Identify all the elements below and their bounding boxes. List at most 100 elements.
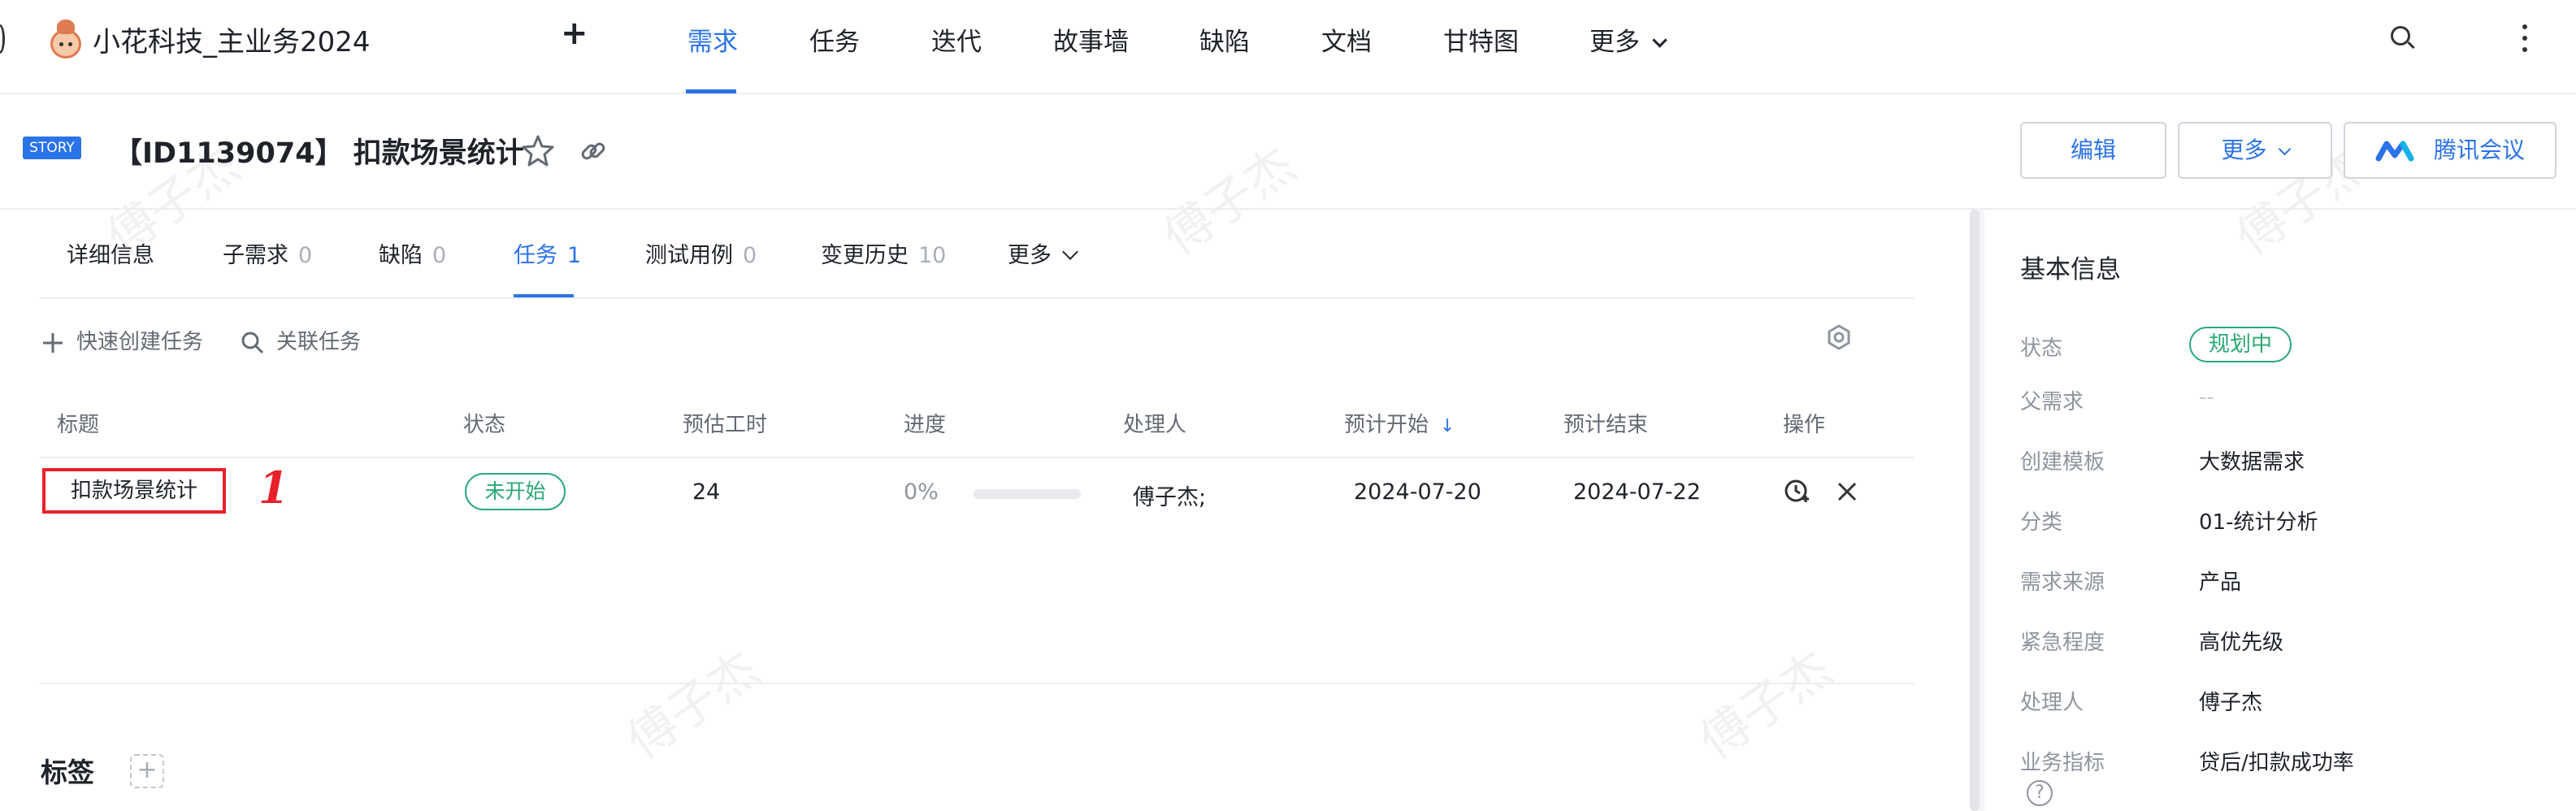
edit-button[interactable]: 编辑 [2020,122,2166,179]
nav-tab-requirements[interactable]: 需求 [687,21,738,58]
column-header-estimate[interactable]: 预估工时 [683,408,767,438]
tab-label: 缺陷 [379,243,423,268]
field-value-business-metric[interactable]: 贷后/扣款成功率 [2199,746,2354,776]
create-plus-button[interactable]: + [561,15,588,52]
link-task-button[interactable]: 关联任务 [241,325,361,355]
tab-count: 0 [743,243,757,268]
search-icon [241,332,264,353]
tabs-divider [39,297,1915,299]
add-tag-button[interactable]: + [130,754,164,788]
field-value-owner[interactable]: 傅子杰 [2199,686,2262,716]
watermark: 傅子杰 [617,640,770,771]
column-header-status[interactable]: 状态 [463,408,505,438]
tab-label: 变更历史 [821,243,909,268]
link-task-label: 关联任务 [276,330,362,354]
column-settings-icon[interactable] [1825,323,1853,351]
tab-count: 10 [918,243,947,268]
task-start-date[interactable]: 2024-07-20 [1354,479,1481,505]
task-status-badge[interactable]: 未开始 [465,473,566,510]
tencent-meeting-button[interactable]: 腾讯会议 [2344,122,2556,179]
log-time-icon[interactable] [1783,478,1811,505]
column-header-owner[interactable]: 处理人 [1123,408,1186,438]
nav-tab-story-wall[interactable]: 故事墙 [1053,21,1129,58]
chevron-down-icon [1062,244,1078,260]
story-title: 【ID1139074】 扣款场景统计 [114,137,524,170]
project-logo-icon [46,18,86,60]
tab-count: 1 [567,243,582,268]
tags-title: 标签 [41,757,94,788]
chevron-down-icon [2278,142,2291,156]
field-value-template[interactable]: 大数据需求 [2199,445,2305,475]
tab-more[interactable]: 更多 [1008,237,1078,269]
table-header-divider [39,457,1915,458]
field-label-status: 状态 [2020,336,2063,361]
field-value-parent[interactable]: -- [2199,385,2214,410]
task-end-date[interactable]: 2024-07-22 [1573,479,1701,505]
field-value-category[interactable]: 01-统计分析 [2199,505,2318,536]
project-name[interactable]: 小花科技_主业务2024 [93,20,371,59]
tab-count: 0 [432,243,447,268]
field-label-source: 需求来源 [2020,570,2105,595]
collapse-handle[interactable] [0,24,5,54]
tencent-meeting-label: 腾讯会议 [2433,137,2525,163]
task-title-cell[interactable]: 扣款场景统计 [42,468,226,514]
tencent-meeting-logo-icon [2375,141,2414,162]
field-value-priority[interactable]: 高优先级 [2199,626,2283,656]
column-header-title[interactable]: 标题 [57,408,99,438]
link-icon[interactable] [577,135,609,167]
close-icon[interactable] [1835,479,1859,504]
more-actions-label: 更多 [2221,137,2267,163]
column-header-progress[interactable]: 进度 [904,408,946,438]
header-divider [0,208,2576,210]
scrollbar[interactable] [1970,210,1980,811]
sort-desc-icon[interactable]: ↓ [1440,416,1455,436]
field-label-template: 创建模板 [2020,450,2105,475]
watermark: 傅子杰 [1153,136,1306,267]
watermark: 傅子杰 [1689,640,1842,771]
more-vertical-icon[interactable] [2522,24,2527,52]
task-progress-text: 0% [904,479,939,505]
tab-label: 测试用例 [645,243,733,268]
tab-label: 子需求 [223,243,288,268]
quick-create-label: 快速创建任务 [76,330,204,354]
column-header-start[interactable]: 预计开始 ↓ [1344,408,1455,438]
nav-tab-more[interactable]: 更多 [1589,21,1667,58]
nav-active-indicator [686,89,736,93]
top-nav: 小花科技_主业务2024 + 需求 任务 迭代 故事墙 缺陷 文档 甘特图 更多 [0,0,2576,94]
basic-info-title: 基本信息 [2020,255,2121,284]
nav-tab-iterations[interactable]: 迭代 [931,21,982,58]
task-owner[interactable]: 傅子杰; [1133,479,1206,511]
tab-details[interactable]: 详细信息 [67,237,154,269]
tab-sub-requirements[interactable]: 子需求 0 [223,237,312,269]
field-value-status[interactable]: 规划中 [2189,327,2292,362]
tab-label: 更多 [1008,243,1052,268]
column-header-end[interactable]: 预计结束 [1563,408,1648,438]
nav-tab-defects[interactable]: 缺陷 [1199,21,1250,58]
help-icon[interactable]: ? [2027,780,2053,806]
search-icon[interactable] [2391,26,2415,50]
tab-label: 详细信息 [67,243,154,268]
field-value-source[interactable]: 产品 [2199,566,2241,596]
tab-defects[interactable]: 缺陷 0 [379,237,446,269]
tab-tasks[interactable]: 任务 1 [514,237,581,269]
more-actions-button[interactable]: 更多 [2178,122,2332,179]
tab-count: 0 [298,243,313,268]
story-type-badge: STORY [23,137,81,159]
column-header-actions: 操作 [1783,413,1826,437]
field-label-category: 分类 [2020,510,2063,535]
quick-create-task-button[interactable]: 快速创建任务 [41,325,203,355]
tab-test-cases[interactable]: 测试用例 0 [645,237,757,269]
column-header-start-label: 预计开始 [1344,413,1429,437]
task-estimate: 24 [692,479,721,505]
star-icon[interactable] [520,133,556,169]
nav-tab-gantt[interactable]: 甘特图 [1443,21,1519,58]
tab-label: 任务 [514,243,557,268]
nav-more-label: 更多 [1589,28,1640,57]
plus-icon [43,332,63,353]
tab-change-history[interactable]: 变更历史 10 [821,237,946,269]
nav-tab-tasks[interactable]: 任务 [809,21,860,58]
field-label-priority: 紧急程度 [2020,631,2105,655]
task-progress-bar [974,489,1081,499]
nav-tab-docs[interactable]: 文档 [1321,21,1372,58]
chevron-down-icon [1652,33,1667,48]
